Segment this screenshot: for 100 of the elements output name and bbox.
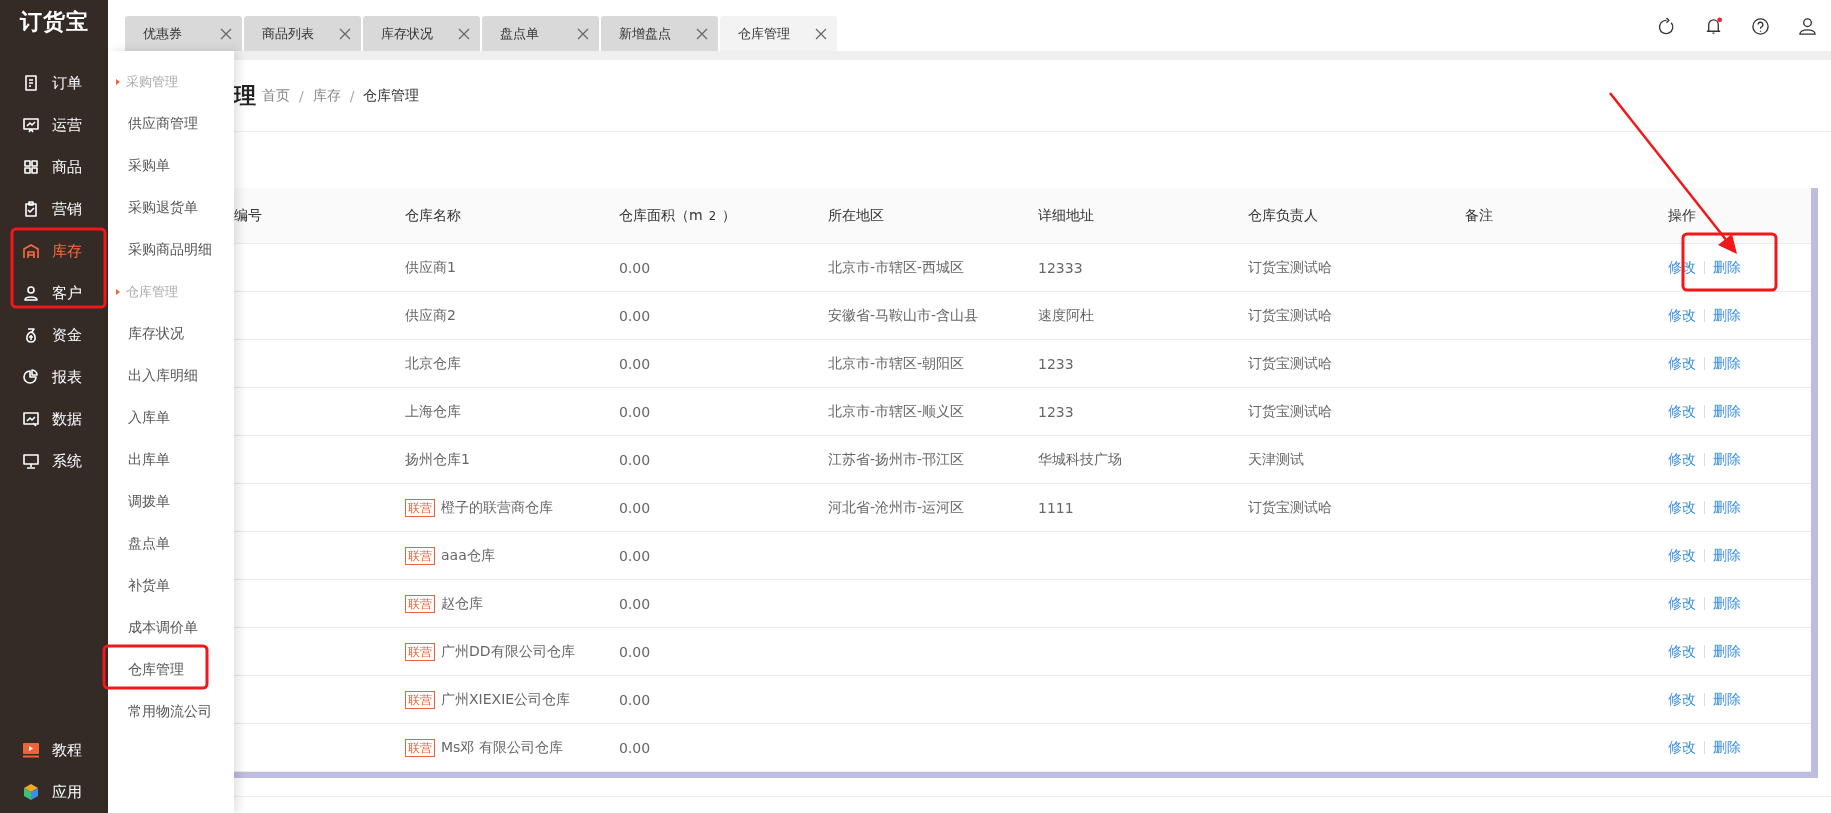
tab[interactable]: 仓库管理	[720, 16, 837, 51]
submenu-item[interactable]: 采购退货单	[108, 187, 234, 229]
edit-link[interactable]: 修改	[1668, 642, 1696, 661]
close-icon[interactable]	[696, 27, 708, 40]
close-icon[interactable]	[458, 27, 470, 40]
table-cell: 0.00	[619, 355, 651, 372]
submenu-item[interactable]: 仓库管理	[108, 649, 234, 691]
user-icon[interactable]	[1798, 17, 1817, 36]
table-cell: 订货宝测试哈	[1248, 258, 1332, 277]
table-cell: 0.00	[619, 259, 651, 276]
table-cell: 北京市-市辖区-西城区	[828, 258, 965, 277]
submenu-item[interactable]: 成本调价单	[108, 607, 234, 649]
submenu-item[interactable]: 供应商管理	[108, 103, 234, 145]
submenu-group-title: 采购管理	[108, 61, 234, 103]
submenu-item[interactable]: 调拨单	[108, 481, 234, 523]
column-header: 仓库负责人	[1248, 206, 1319, 225]
table-cell: 赵仓库	[441, 594, 483, 613]
edit-link[interactable]: 修改	[1668, 738, 1696, 757]
edit-link[interactable]: 修改	[1668, 546, 1696, 565]
delete-link[interactable]: 删除	[1713, 402, 1741, 421]
nav-item[interactable]: 库存	[0, 230, 108, 272]
tab[interactable]: 库存状况	[363, 16, 480, 51]
table-cell: 上海仓库	[405, 402, 461, 421]
breadcrumb-current: 仓库管理	[363, 86, 420, 105]
joint-tag: 联营	[405, 642, 435, 661]
joint-tag: 联营	[405, 594, 435, 613]
close-icon[interactable]	[220, 27, 232, 40]
submenu-item[interactable]: 入库单	[108, 397, 234, 439]
tab[interactable]: 优惠券	[125, 16, 242, 51]
table-cell: 1233	[1038, 403, 1074, 420]
table-cell: 供应商1	[405, 258, 456, 277]
edit-link[interactable]: 修改	[1668, 354, 1696, 373]
delete-link[interactable]: 删除	[1713, 450, 1741, 469]
table-cell: 0.00	[619, 547, 651, 564]
delete-link[interactable]: 删除	[1713, 594, 1741, 613]
edit-link[interactable]: 修改	[1668, 306, 1696, 325]
monitor-icon	[22, 452, 40, 470]
submenu-item[interactable]: 采购商品明细	[108, 229, 234, 271]
close-icon[interactable]	[577, 27, 589, 40]
table-cell: 0.00	[619, 499, 651, 516]
table-cell: 1233	[1038, 355, 1074, 372]
table-cell: 0.00	[619, 739, 651, 756]
nav-item[interactable]: 营销	[0, 188, 108, 230]
bell-icon[interactable]	[1704, 17, 1723, 36]
table-cell: 0.00	[619, 595, 651, 612]
table-cell: 0.00	[619, 691, 651, 708]
close-icon[interactable]	[339, 27, 351, 40]
delete-link[interactable]: 删除	[1713, 738, 1741, 757]
submenu-item[interactable]: 库存状况	[108, 313, 234, 355]
submenu-group-title: 仓库管理	[108, 271, 234, 313]
breadcrumb-link[interactable]: 库存	[312, 86, 341, 105]
submenu-item[interactable]: 出库单	[108, 439, 234, 481]
nav-item[interactable]: 数据	[0, 398, 108, 440]
nav-item[interactable]: 订单	[0, 62, 108, 104]
breadcrumb-link[interactable]: 首页	[262, 86, 290, 105]
user-icon	[22, 284, 40, 302]
nav-item[interactable]: 商品	[0, 146, 108, 188]
submenu-item[interactable]: 补货单	[108, 565, 234, 607]
tab[interactable]: 新增盘点	[601, 16, 718, 51]
delete-link[interactable]: 删除	[1713, 258, 1741, 277]
edit-link[interactable]: 修改	[1668, 498, 1696, 517]
edit-link[interactable]: 修改	[1668, 594, 1696, 613]
nav-item[interactable]: 报表	[0, 356, 108, 398]
close-icon[interactable]	[815, 27, 827, 40]
nav-item[interactable]: 运营	[0, 104, 108, 146]
nav-item[interactable]: 客户	[0, 272, 108, 314]
delete-link[interactable]: 删除	[1713, 498, 1741, 517]
edit-link[interactable]: 修改	[1668, 450, 1696, 469]
refresh-icon[interactable]	[1657, 17, 1676, 36]
submenu-item[interactable]: 盘点单	[108, 523, 234, 565]
play-icon	[22, 741, 40, 759]
help-icon[interactable]	[1751, 17, 1770, 36]
tab[interactable]: 商品列表	[244, 16, 361, 51]
clipboard-icon	[22, 200, 40, 218]
nav-item[interactable]: 资金	[0, 314, 108, 356]
logo: 订货宝	[18, 8, 90, 36]
nav-item[interactable]: 系统	[0, 440, 108, 482]
table-cell: 1111	[1038, 499, 1074, 516]
submenu-item[interactable]: 出入库明细	[108, 355, 234, 397]
table-cell: 订货宝测试哈	[1248, 402, 1332, 421]
delete-link[interactable]: 删除	[1713, 546, 1741, 565]
submenu-item[interactable]: 常用物流公司	[108, 691, 234, 733]
pie-chart-icon	[22, 368, 40, 386]
edit-link[interactable]: 修改	[1668, 690, 1696, 709]
table-cell: 河北省-沧州市-运河区	[828, 498, 965, 517]
edit-link[interactable]: 修改	[1668, 402, 1696, 421]
delete-link[interactable]: 删除	[1713, 354, 1741, 373]
delete-link[interactable]: 删除	[1713, 642, 1741, 661]
delete-link[interactable]: 删除	[1713, 306, 1741, 325]
column-header: 详细地址	[1038, 206, 1095, 225]
table-cell: 广州DD有限公司仓库	[441, 642, 575, 661]
submenu-item[interactable]: 采购单	[108, 145, 234, 187]
tab[interactable]: 盘点单	[482, 16, 599, 51]
scrollbar[interactable]	[234, 772, 1818, 778]
nav-item[interactable]: 应用	[0, 771, 108, 813]
scrollbar[interactable]	[1811, 188, 1818, 772]
delete-link[interactable]: 删除	[1713, 690, 1741, 709]
joint-tag: 联营	[405, 498, 435, 517]
nav-item[interactable]: 教程	[0, 729, 108, 771]
cube-icon	[22, 783, 40, 801]
